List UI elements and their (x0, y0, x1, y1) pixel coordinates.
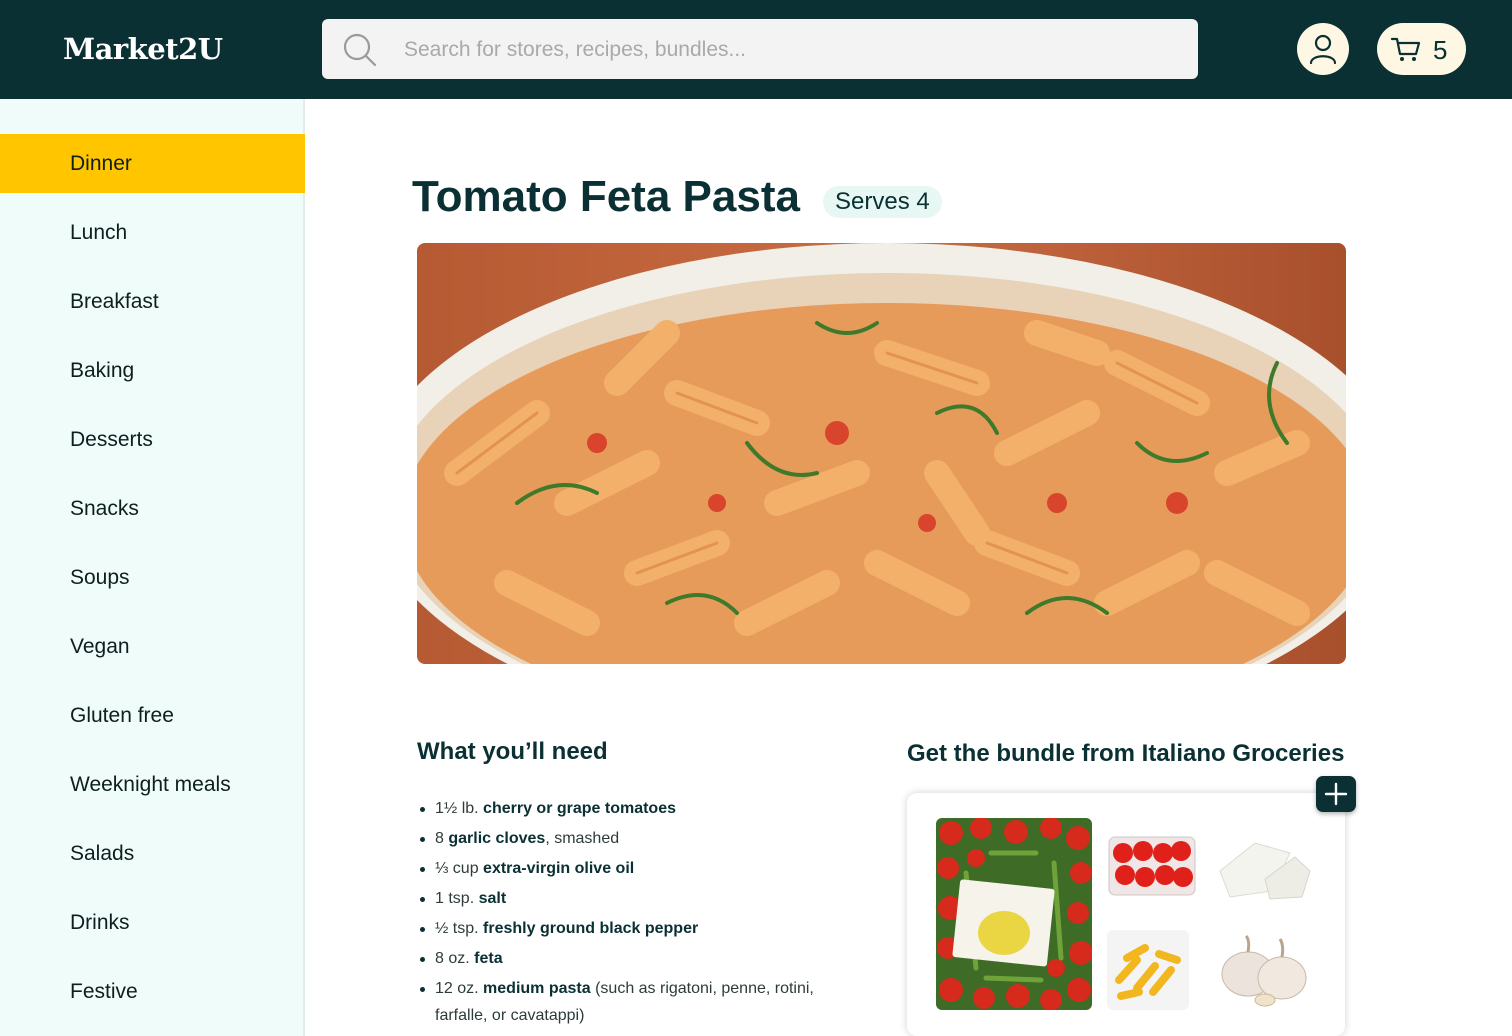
sidebar-item-vegan[interactable]: Vegan (0, 617, 305, 676)
ingredient-item: ⅓ cup extra-virgin olive oil (417, 855, 857, 882)
profile-button[interactable] (1297, 23, 1349, 75)
bundle-card[interactable] (907, 793, 1345, 1036)
cart-count: 5 (1433, 35, 1448, 65)
add-bundle-button[interactable] (1316, 776, 1356, 812)
cart-button[interactable]: 5 (1377, 23, 1466, 75)
plus-icon (1324, 782, 1348, 806)
sidebar-item-dinner[interactable]: Dinner (0, 134, 305, 193)
sidebar-item-breakfast[interactable]: Breakfast (0, 272, 305, 331)
bundle-image-feta-cheese (1210, 831, 1315, 906)
sidebar-item-weeknight-meals[interactable]: Weeknight meals (0, 755, 305, 814)
bundle-heading: Get the bundle from Italiano Groceries (907, 740, 1345, 767)
ingredients-heading: What you’ll need (417, 738, 608, 765)
sidebar-item-lunch[interactable]: Lunch (0, 203, 305, 262)
ingredient-item: 1 tsp. salt (417, 885, 857, 912)
ingredients-list: 1½ lb. cherry or grape tomatoes 8 garlic… (417, 795, 857, 1032)
sidebar-item-festive[interactable]: Festive (0, 962, 305, 1021)
bundle-image-penne-pasta (1107, 930, 1189, 1010)
ingredient-item: ½ tsp. freshly ground black pepper (417, 915, 857, 942)
sidebar-item-gluten-free[interactable]: Gluten free (0, 686, 305, 745)
serves-badge: Serves 4 (823, 186, 942, 218)
recipe-hero-image (417, 243, 1346, 664)
search-input[interactable] (402, 19, 1186, 81)
cart-icon (1391, 37, 1421, 61)
sidebar-item-snacks[interactable]: Snacks (0, 479, 305, 538)
ingredient-item: 1½ lb. cherry or grape tomatoes (417, 795, 857, 822)
ingredient-item: 8 oz. feta (417, 945, 857, 972)
ingredient-item: 12 oz. medium pasta (such as rigatoni, p… (417, 975, 857, 1029)
sidebar-item-desserts[interactable]: Desserts (0, 410, 305, 469)
user-icon (1309, 34, 1337, 64)
sidebar-item-salads[interactable]: Salads (0, 824, 305, 883)
bundle-image-garlic (1210, 930, 1320, 1010)
search-bar[interactable] (322, 19, 1198, 81)
recipe-title: Tomato Feta Pasta (412, 172, 800, 221)
category-sidebar: Dinner Lunch Breakfast Baking Desserts S… (0, 99, 305, 1036)
search-icon (343, 33, 377, 67)
sidebar-item-soups[interactable]: Soups (0, 548, 305, 607)
top-bar: Market2U 5 (0, 0, 1512, 99)
bundle-image-cherry-tomatoes (1107, 831, 1197, 901)
sidebar-item-drinks[interactable]: Drinks (0, 893, 305, 952)
ingredient-item: 8 garlic cloves, smashed (417, 825, 857, 852)
logo[interactable]: Market2U (63, 32, 223, 66)
sidebar-item-baking[interactable]: Baking (0, 341, 305, 400)
bundle-image-baked-feta (936, 818, 1092, 1010)
